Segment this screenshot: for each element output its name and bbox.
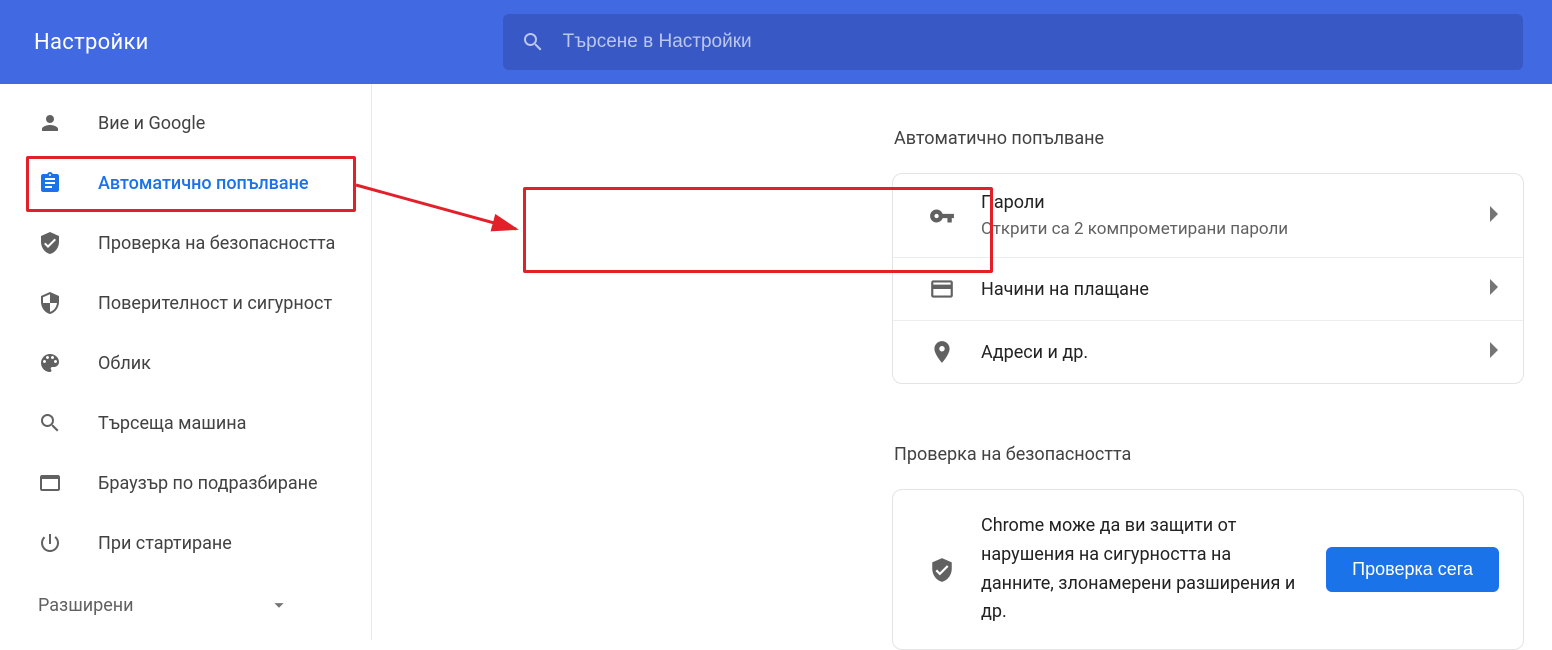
sidebar-item-appearance[interactable]: Облик xyxy=(0,338,371,388)
chevron-right-icon xyxy=(1489,341,1501,363)
sidebar-item-privacy-security[interactable]: Поверителност и сигурност xyxy=(0,278,371,328)
search-icon xyxy=(521,30,545,54)
row-passwords[interactable]: Пароли Открити са 2 компрометирани парол… xyxy=(893,174,1523,258)
chevron-right-icon xyxy=(1489,205,1501,227)
search-input[interactable] xyxy=(563,31,1505,53)
sidebar-item-search-engine[interactable]: Търсеща машина xyxy=(0,398,371,448)
sidebar-item-you-and-google[interactable]: Вие и Google xyxy=(0,98,371,148)
sidebar-item-label: Вие и Google xyxy=(98,113,205,134)
app-header: Настройки xyxy=(0,0,1552,84)
sidebar-advanced-label: Разширени xyxy=(38,595,134,616)
safety-check-text: Chrome може да ви защити от нарушения на… xyxy=(981,512,1326,627)
search-container[interactable] xyxy=(503,14,1523,70)
row-payment-methods[interactable]: Начини на плащане xyxy=(893,258,1523,321)
chevron-down-icon xyxy=(268,594,290,616)
sidebar-item-label: При стартиране xyxy=(98,533,232,554)
person-icon xyxy=(38,111,98,135)
sidebar-item-label: Облик xyxy=(98,353,151,374)
autofill-card: Пароли Открити са 2 компрометирани парол… xyxy=(892,173,1524,384)
row-addresses[interactable]: Адреси и др. xyxy=(893,321,1523,383)
sidebar-item-label: Браузър по подразбиране xyxy=(98,473,318,494)
sidebar-item-label: Проверка на безопасността xyxy=(98,233,335,254)
section-title-autofill: Автоматично попълване xyxy=(894,128,1524,149)
shield-check-icon xyxy=(929,557,981,583)
row-title: Адреси и др. xyxy=(981,342,1489,363)
key-icon xyxy=(929,203,981,229)
sidebar-item-default-browser[interactable]: Браузър по подразбиране xyxy=(0,458,371,508)
sidebar-item-label: Поверителност и сигурност xyxy=(98,293,332,314)
shield-icon xyxy=(38,291,98,315)
search-icon xyxy=(38,411,98,435)
clipboard-icon xyxy=(38,171,98,195)
location-icon xyxy=(929,339,981,365)
row-title: Начини на плащане xyxy=(981,279,1489,300)
page-title: Настройки xyxy=(34,30,149,55)
main-content: Автоматично попълване Пароли Открити са … xyxy=(372,84,1552,640)
safety-check-card: Chrome може да ви защити от нарушения на… xyxy=(892,489,1524,650)
shield-check-icon xyxy=(38,231,98,255)
row-title: Пароли xyxy=(981,192,1489,213)
sidebar-item-label: Автоматично попълване xyxy=(98,173,309,194)
row-subtitle: Открити са 2 компрометирани пароли xyxy=(981,219,1489,239)
sidebar-item-on-startup[interactable]: При стартиране xyxy=(0,518,371,568)
credit-card-icon xyxy=(929,276,981,302)
sidebar-item-autofill[interactable]: Автоматично попълване xyxy=(0,158,371,208)
palette-icon xyxy=(38,351,98,375)
chevron-right-icon xyxy=(1489,278,1501,300)
sidebar-advanced-toggle[interactable]: Разширени xyxy=(0,594,328,616)
sidebar-item-label: Търсеща машина xyxy=(98,413,246,434)
section-title-safety: Проверка на безопасността xyxy=(894,444,1524,465)
browser-icon xyxy=(38,471,98,495)
sidebar-item-safety-check[interactable]: Проверка на безопасността xyxy=(0,218,371,268)
power-icon xyxy=(38,531,98,555)
sidebar: Вие и Google Автоматично попълване Прове… xyxy=(0,84,372,640)
check-now-button[interactable]: Проверка сега xyxy=(1326,547,1499,592)
